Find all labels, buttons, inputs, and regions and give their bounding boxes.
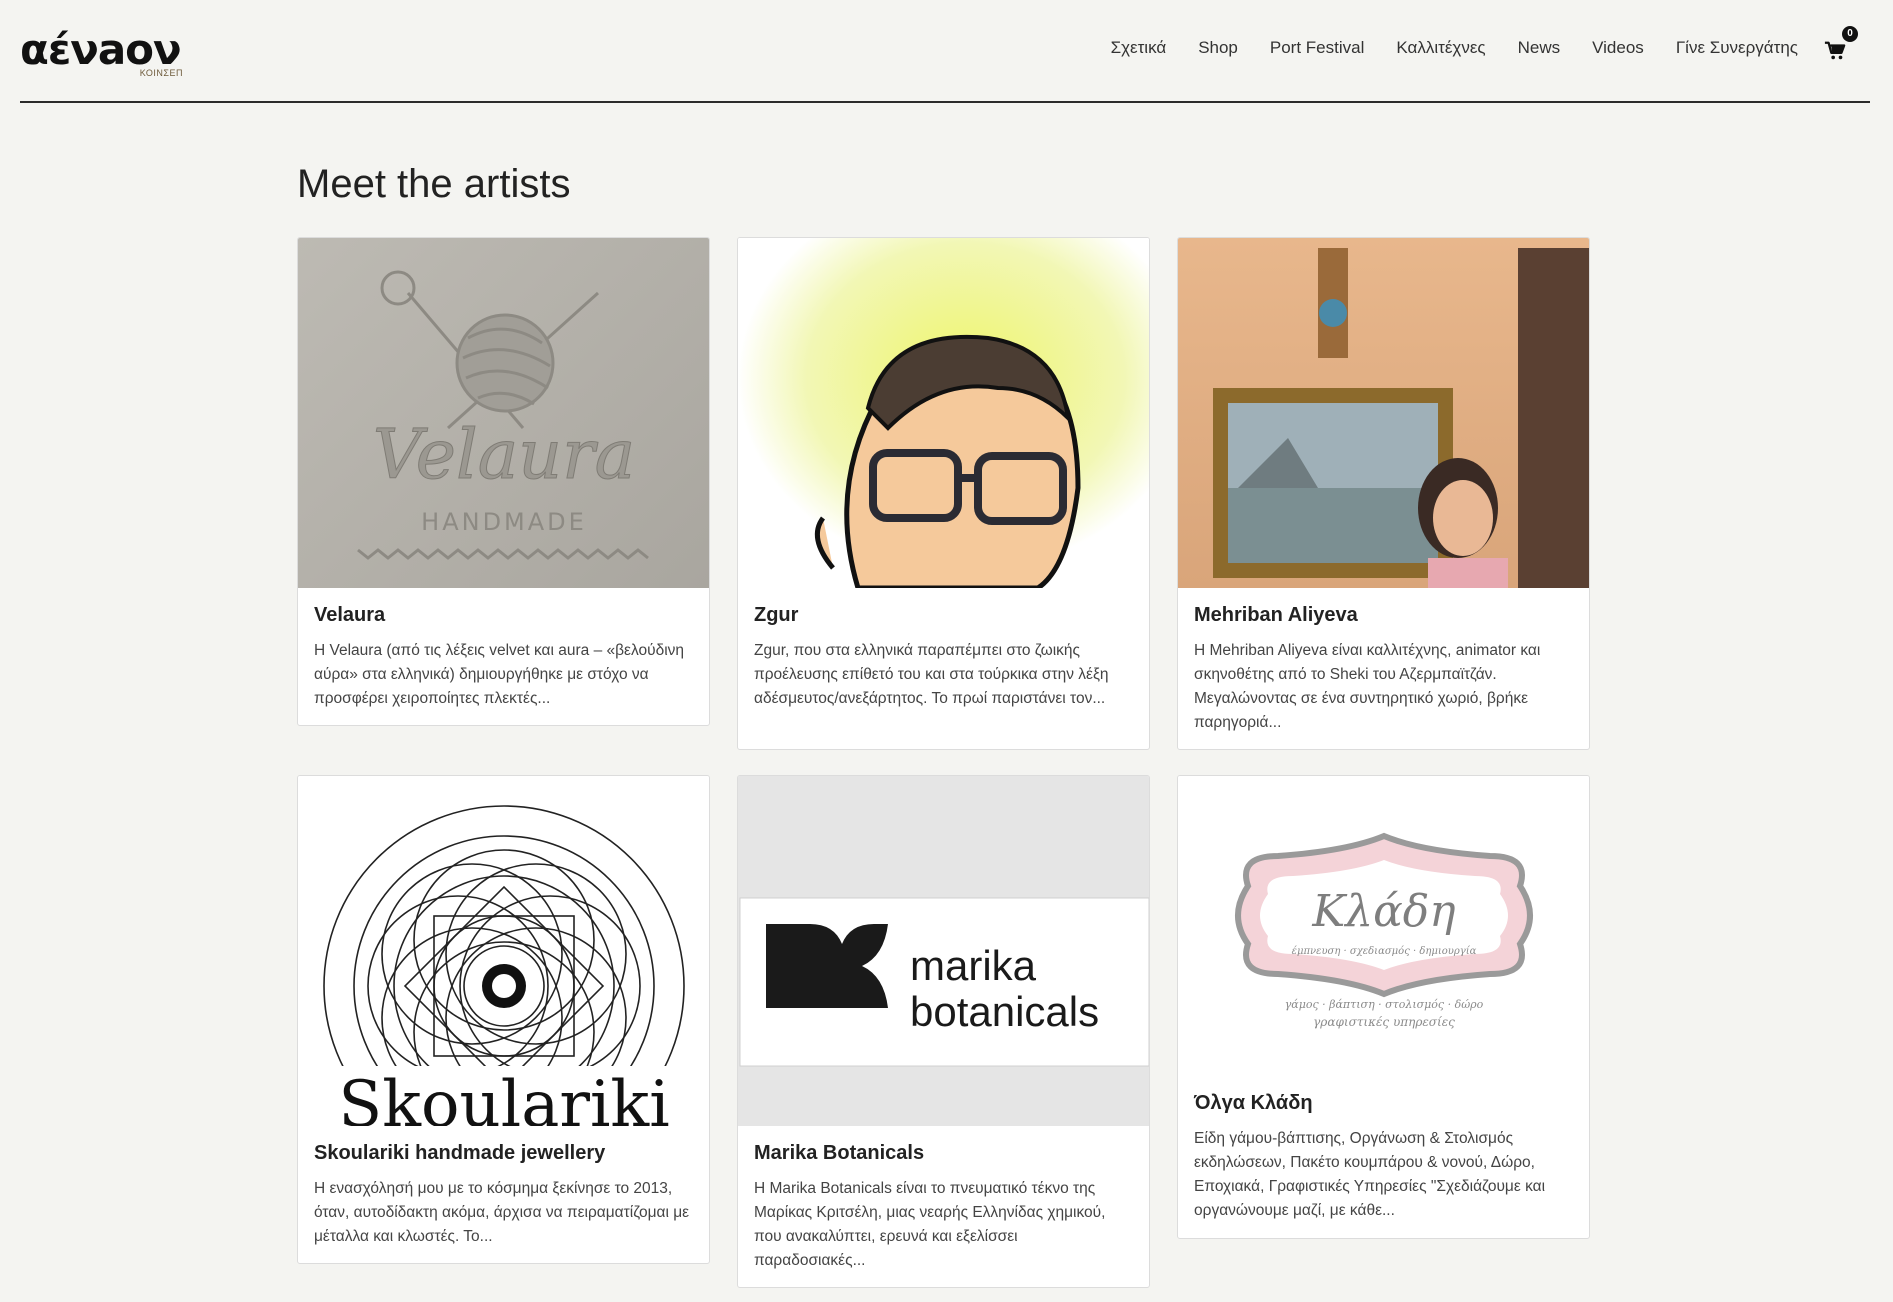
artist-description: H Marika Botanicals είναι το πνευματικό …: [754, 1180, 1106, 1269]
nav-item-videos[interactable]: Videos: [1592, 38, 1644, 58]
page-title: Meet the artists: [297, 162, 571, 206]
marika-logo-line2: botanicals: [910, 988, 1099, 1035]
artist-card[interactable]: Mehriban Aliyeva H Mehriban Aliyeva είνα…: [1177, 237, 1590, 750]
marika-logo-line1: marika: [910, 942, 1037, 989]
artist-description: H Mehriban Aliyeva είναι καλλιτέχνης, an…: [1194, 642, 1541, 731]
artist-image-olga-kladi: Κλάδη έμπνευση · σχεδιασμός · δημιουργία…: [1178, 776, 1589, 1076]
artist-name[interactable]: Skoulariki handmade jewellery: [314, 1142, 693, 1165]
artist-description: Zgur, που στα ελληνικά παραπέμπει στο ζω…: [754, 642, 1109, 707]
nav-item-news[interactable]: News: [1518, 38, 1561, 58]
artist-image-mehriban-aliyeva: [1178, 238, 1589, 588]
artist-image-skoulariki: Skoulariki: [298, 776, 709, 1126]
kladi-graphic-services: γραφιστικές υπηρεσίες: [1313, 1015, 1455, 1029]
main-nav: Σχετικά Shop Port Festival Καλλιτέχνες N…: [1079, 38, 1798, 58]
artist-card[interactable]: marika botanicals Marika Botanicals H Ma…: [737, 775, 1150, 1288]
nav-item-become-partner[interactable]: Γίνε Συνεργάτης: [1676, 38, 1798, 58]
artist-image-velaura: Velaura HANDMADE: [298, 238, 709, 588]
site-header: αένaoν ΚΟΙΝΣΕΠ Σχετικά Shop Port Festiva…: [20, 0, 1870, 103]
artist-description: Είδη γάμου-βάπτισης, Οργάνωση & Στολισμό…: [1194, 1130, 1546, 1219]
artist-card[interactable]: Skoulariki Skoulariki handmade jewellery…: [297, 775, 710, 1264]
cart-count-badge: 0: [1842, 26, 1858, 42]
cart-button[interactable]: 0: [1820, 26, 1858, 64]
artist-card[interactable]: Κλάδη έμπνευση · σχεδιασμός · δημιουργία…: [1177, 775, 1590, 1239]
skoulariki-logo-text: Skoulariki: [338, 1068, 669, 1126]
artist-name[interactable]: Marika Botanicals: [754, 1142, 1133, 1165]
velaura-logo-text: Velaura: [373, 416, 635, 495]
nav-item-artists[interactable]: Καλλιτέχνες: [1396, 38, 1485, 58]
artist-name[interactable]: Mehriban Aliyeva: [1194, 604, 1573, 627]
artist-name[interactable]: Όλγα Κλάδη: [1194, 1092, 1573, 1115]
logo-wordmark: αένaoν: [20, 25, 182, 74]
cart-icon: [1824, 41, 1846, 60]
artist-card[interactable]: Velaura HANDMADE Velaura Η Velaura (από …: [297, 237, 710, 726]
logo-subtitle: ΚΟΙΝΣΕΠ: [139, 68, 183, 78]
artist-name[interactable]: Zgur: [754, 604, 1133, 627]
artist-image-marika-botanicals: marika botanicals: [738, 776, 1149, 1126]
velaura-logo-subtext: HANDMADE: [421, 508, 587, 536]
kladi-services: γάμος · βάπτιση · στολισμός · δώρο: [1285, 998, 1484, 1011]
artist-description: Η Velaura (από τις λέξεις velvet και aur…: [314, 642, 685, 707]
artist-description: Η ενασχόλησή μου με το κόσμημα ξεκίνησε …: [314, 1180, 690, 1245]
nav-item-port-festival[interactable]: Port Festival: [1270, 38, 1364, 58]
artist-image-zgur: [738, 238, 1149, 588]
artist-name[interactable]: Velaura: [314, 604, 693, 627]
site-logo[interactable]: αένaoν ΚΟΙΝΣΕΠ: [20, 28, 185, 80]
kladi-logo-tagline: έμπνευση · σχεδιασμός · δημιουργία: [1292, 946, 1477, 957]
nav-item-shop[interactable]: Shop: [1198, 38, 1238, 58]
artist-card[interactable]: Zgur Zgur, που στα ελληνικά παραπέμπει σ…: [737, 237, 1150, 750]
nav-item-about[interactable]: Σχετικά: [1111, 38, 1167, 58]
kladi-logo-text: Κλάδη: [1311, 886, 1455, 937]
